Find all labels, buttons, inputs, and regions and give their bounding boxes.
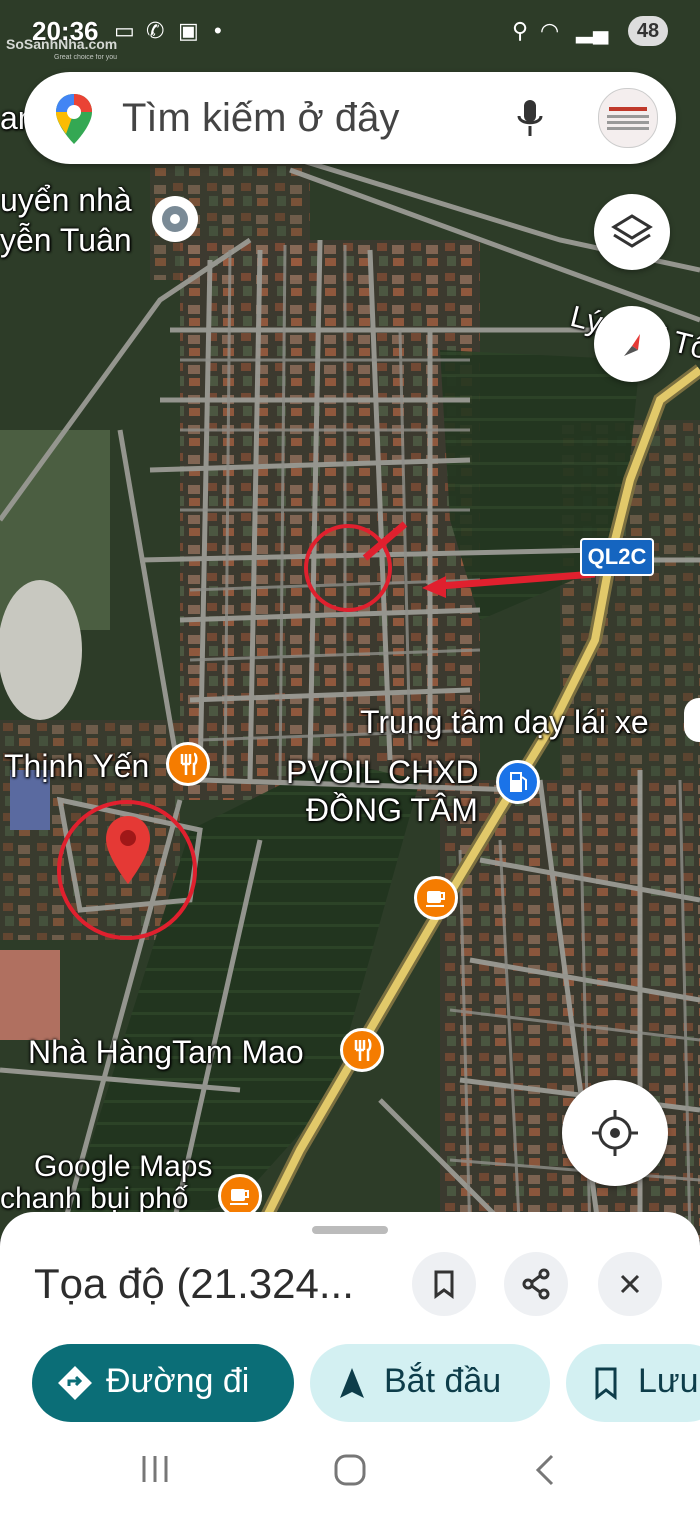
directions-label: Đường đi — [106, 1362, 250, 1400]
close-icon — [620, 1274, 640, 1294]
search-bar[interactable]: Tìm kiếm ở đây — [24, 72, 676, 164]
map-view[interactable]: uyển nhà yễn Tuân an Lý Thái Tổ QL2C Tru… — [0, 0, 700, 1240]
watermark-tagline: Great choice for you — [54, 54, 118, 61]
system-nav-bar — [0, 1430, 700, 1515]
cafe-icon[interactable] — [414, 876, 458, 920]
signal-icon: ▂▄ — [576, 18, 609, 43]
save-place-label: Lưu — [638, 1362, 699, 1400]
layers-icon — [611, 214, 653, 248]
home-icon[interactable] — [332, 1452, 368, 1488]
status-bar: 20:36 ▭ ✆ ▣ • ⚲ ◠ ▂▄ 48 SoSanhNha.com Gr… — [0, 0, 700, 62]
missed-call-icon: ✆ — [146, 18, 165, 43]
directions-icon — [58, 1366, 92, 1400]
microphone-icon[interactable] — [514, 98, 546, 140]
recent-apps-icon[interactable] — [138, 1452, 172, 1486]
place-marker-icon[interactable] — [152, 196, 198, 242]
place-title: Tọa độ (21.324... — [34, 1260, 354, 1307]
map-label-poi[interactable]: Trung tâm dạy lái xe — [360, 704, 649, 741]
share-button[interactable] — [504, 1252, 568, 1316]
restaurant-icon[interactable] — [340, 1028, 384, 1072]
avatar[interactable] — [598, 88, 658, 148]
compass-button[interactable] — [594, 306, 670, 382]
map-label-poi[interactable]: Thịnh Yến — [4, 748, 149, 785]
map-layers-button[interactable] — [594, 194, 670, 270]
map-label-poi[interactable]: ĐỒNG TÂM — [306, 792, 478, 829]
close-button[interactable] — [598, 1252, 662, 1316]
navigation-arrow-icon — [340, 1368, 364, 1398]
wifi-icon: ◠ — [540, 18, 560, 43]
notification-dot-icon: • — [214, 18, 222, 43]
place-marker-icon[interactable] — [684, 698, 700, 742]
shopping-icon: ▣ — [178, 18, 199, 43]
save-place-button[interactable]: Lưu — [566, 1344, 700, 1422]
watermark-logo: SoSanhNha.com — [6, 36, 118, 52]
map-label-poi[interactable]: PVOIL CHXD — [286, 754, 479, 791]
google-maps-logo: Google Maps — [34, 1150, 213, 1183]
bookmark-icon — [595, 1367, 617, 1400]
sheet-drag-handle[interactable] — [312, 1226, 388, 1234]
battery-indicator: 48 — [628, 16, 668, 46]
search-input[interactable]: Tìm kiếm ở đây — [122, 96, 399, 141]
my-location-icon — [592, 1110, 638, 1156]
my-location-button[interactable] — [562, 1080, 668, 1186]
map-label-place[interactable]: uyển nhà — [0, 182, 132, 219]
map-label-poi[interactable]: Nhà HàngTam Mao — [28, 1034, 304, 1071]
compass-icon — [624, 334, 640, 356]
gas-station-icon[interactable] — [496, 760, 540, 804]
google-maps-pin-icon — [56, 94, 92, 144]
save-button[interactable] — [412, 1252, 476, 1316]
location-pin-icon[interactable] — [104, 814, 152, 886]
restaurant-icon[interactable] — [166, 742, 210, 786]
start-button[interactable]: Bắt đầu — [310, 1344, 550, 1422]
share-icon — [522, 1268, 550, 1300]
back-icon[interactable] — [530, 1452, 560, 1488]
bookmark-icon — [434, 1270, 454, 1299]
start-label: Bắt đầu — [384, 1362, 502, 1400]
route-badge[interactable]: QL2C — [580, 538, 654, 576]
directions-button[interactable]: Đường đi — [32, 1344, 294, 1422]
map-label-place[interactable]: yễn Tuân — [0, 222, 132, 259]
location-status-icon: ⚲ — [512, 18, 529, 43]
map-label-poi[interactable]: chanh bụi phố — [0, 1182, 189, 1216]
